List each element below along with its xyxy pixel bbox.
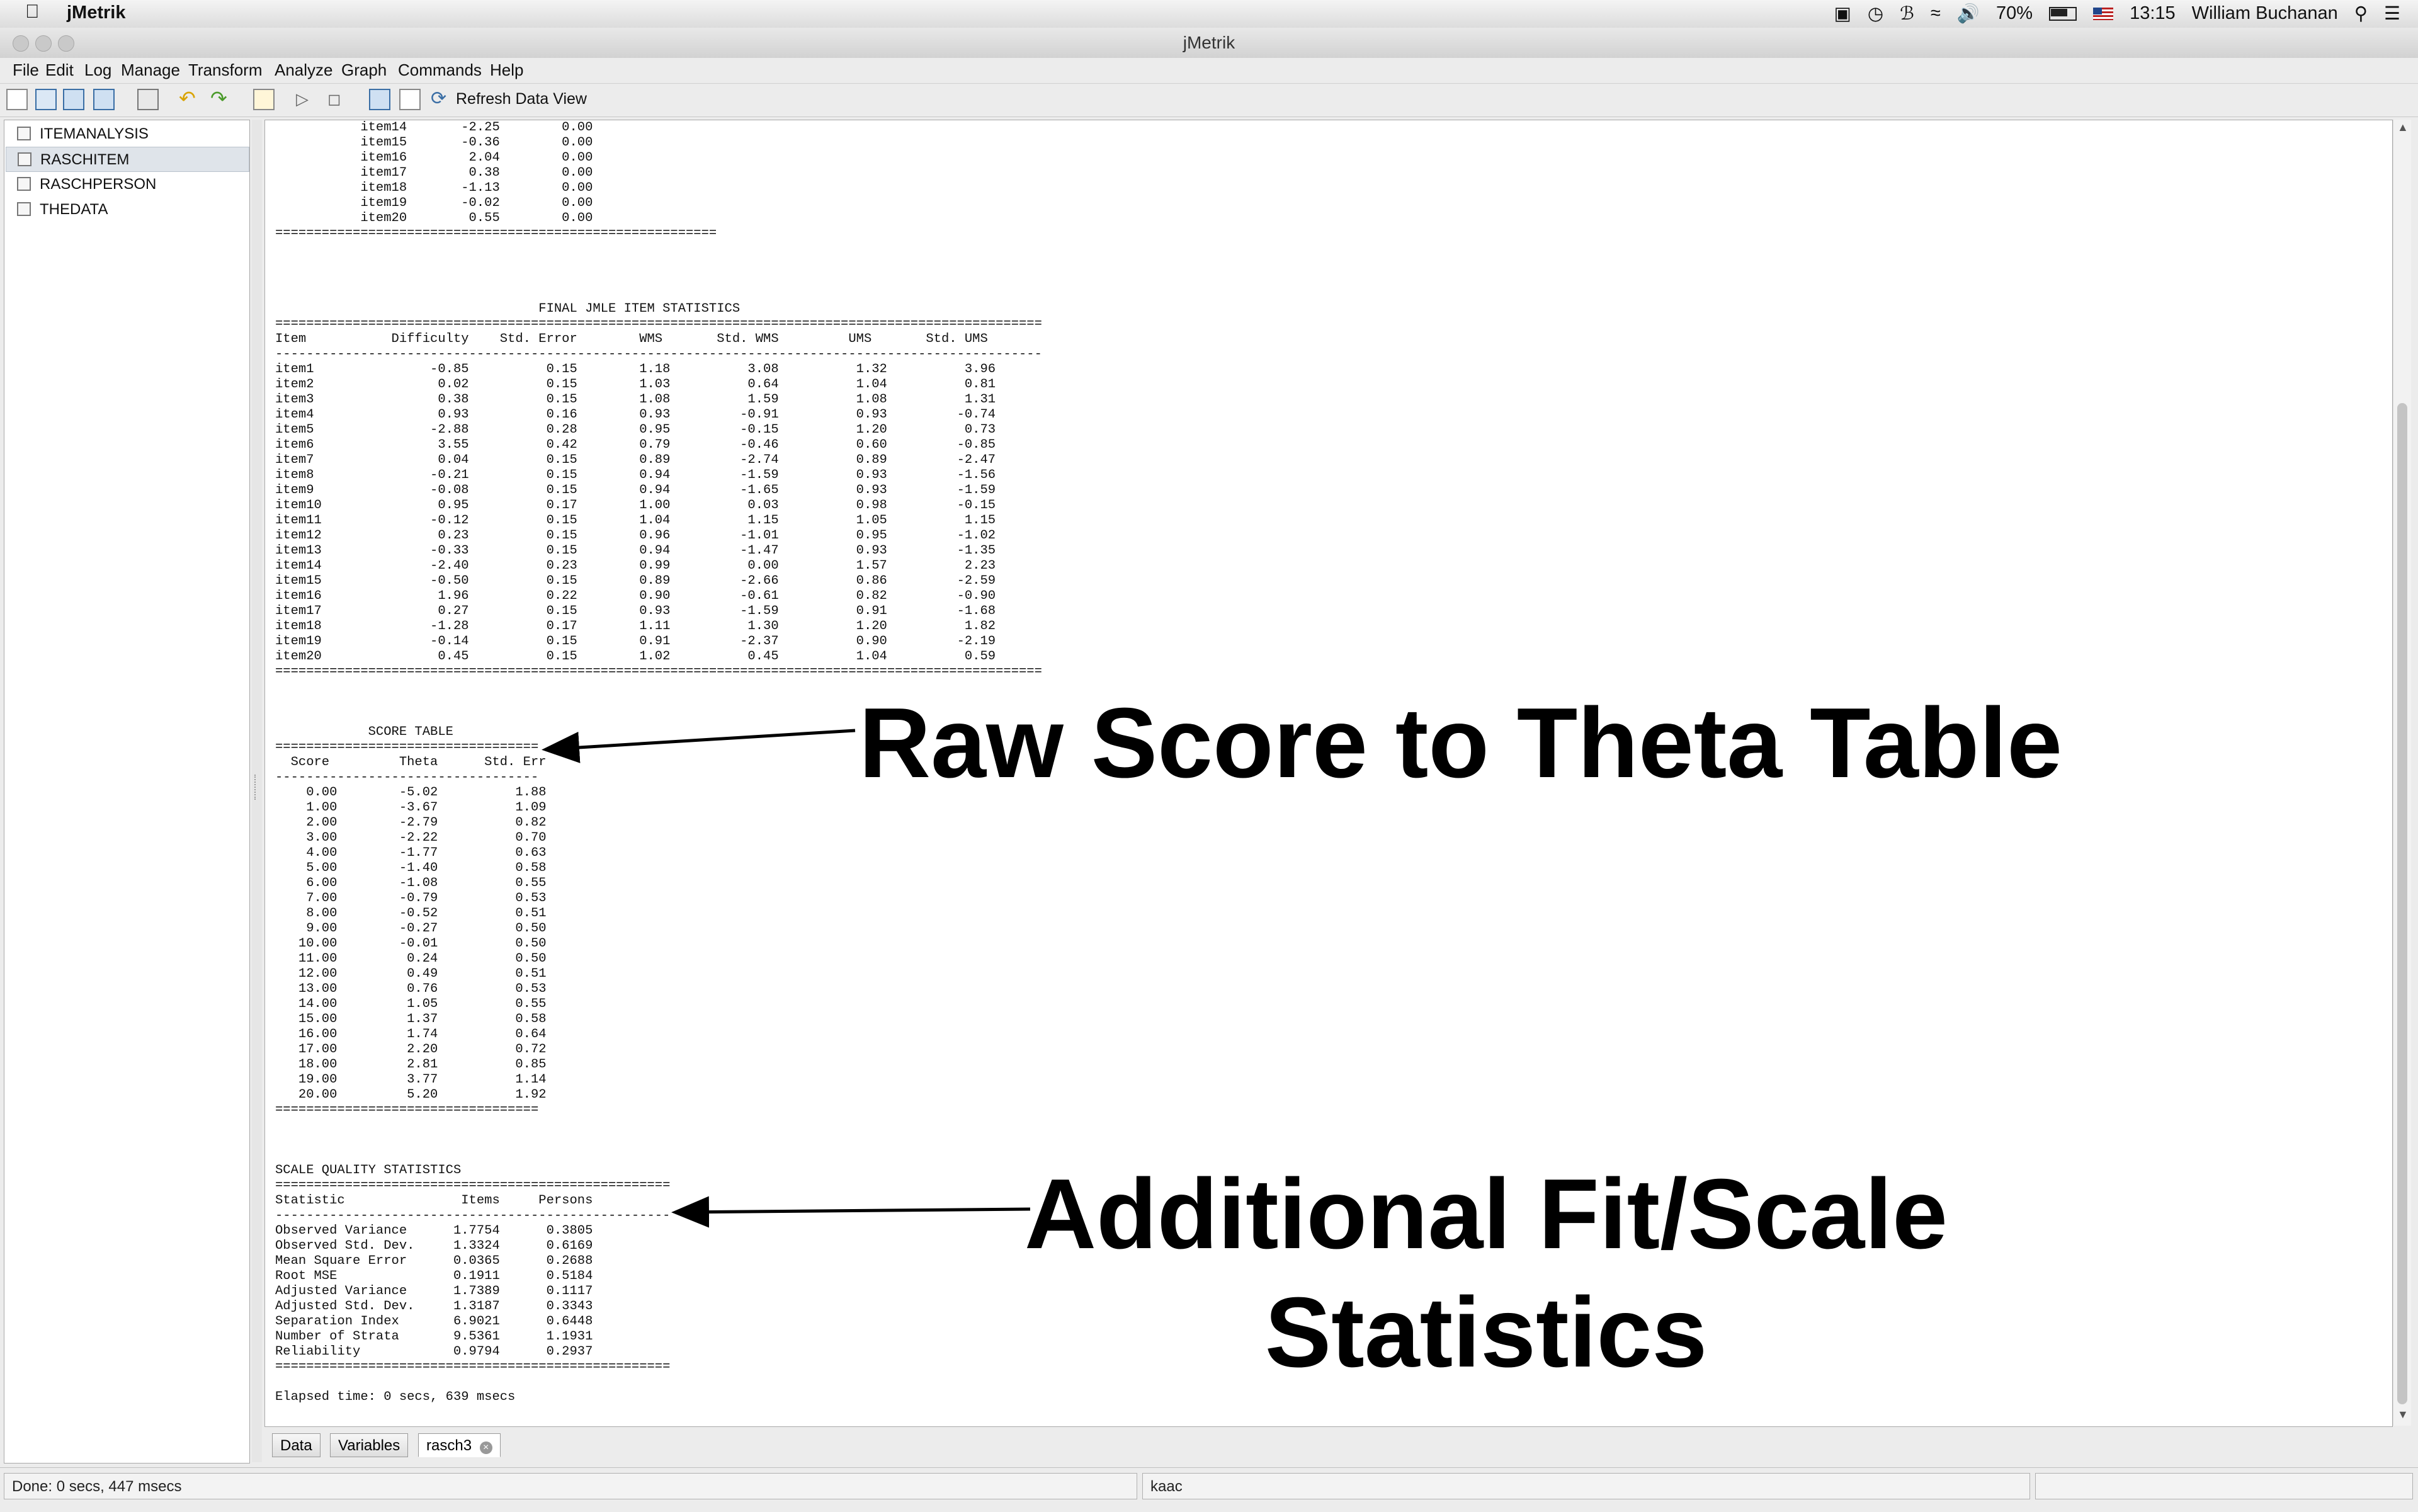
fit-stats-annotation-line1: Additional Fit/Scale: [1024, 1159, 1948, 1270]
tab-label: Variables: [338, 1437, 400, 1454]
output-tabs: Data Variables rasch3 ×: [264, 1427, 2410, 1462]
fit-stats-arrow: [671, 1196, 1031, 1228]
fit-stats-annotation-line2: Statistics: [1264, 1277, 1708, 1388]
status-message: Done: 0 secs, 447 msecs: [4, 1473, 1137, 1499]
tab-data[interactable]: Data: [272, 1433, 321, 1457]
close-tab-icon[interactable]: ×: [479, 1441, 492, 1454]
tab-label: rasch3: [426, 1437, 472, 1454]
fit-stats-annotation: Additional Fit/Scale Statistics: [1020, 1155, 1952, 1392]
tab-label: Data: [280, 1437, 312, 1454]
score-table-annotation: Raw Score to Theta Table: [859, 688, 2063, 799]
tab-rasch3[interactable]: rasch3 ×: [418, 1433, 501, 1457]
status-database: kaac: [1142, 1473, 2030, 1499]
tab-variables[interactable]: Variables: [330, 1433, 409, 1457]
score-table-arrow: [542, 729, 856, 763]
status-extra: [2035, 1473, 2413, 1499]
status-bar: Done: 0 secs, 447 msecs kaac: [0, 1467, 2418, 1512]
